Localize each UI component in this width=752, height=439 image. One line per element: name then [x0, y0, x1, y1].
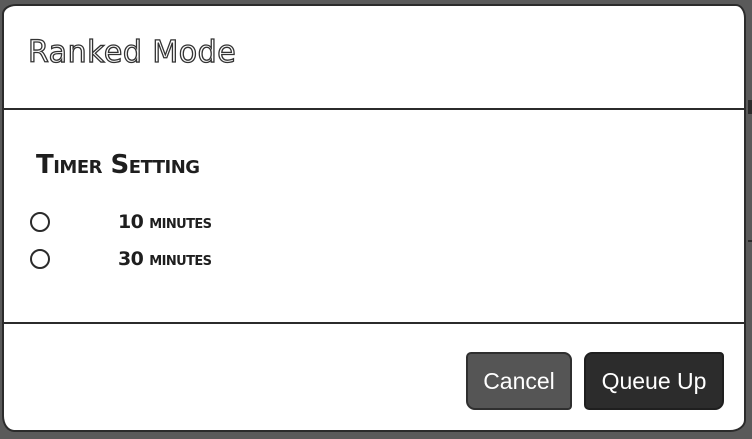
- timer-setting-heading: Timer Setting: [36, 150, 200, 180]
- radio-button[interactable]: [30, 249, 50, 269]
- ranked-mode-dialog: Ranked Mode Timer Setting 10 minutes 30 …: [2, 4, 746, 432]
- dialog-title: Ranked Mode: [27, 35, 237, 70]
- background-divider-bottom: [748, 240, 752, 242]
- cancel-button[interactable]: Cancel: [466, 352, 572, 410]
- timer-option-label: 30 minutes: [118, 248, 212, 270]
- dialog-footer: Cancel Queue Up: [4, 324, 744, 430]
- background-divider-top: [748, 100, 752, 114]
- dialog-header: Ranked Mode: [4, 6, 744, 110]
- timer-option-label: 10 minutes: [118, 211, 212, 233]
- radio-button[interactable]: [30, 212, 50, 232]
- queue-up-button[interactable]: Queue Up: [584, 352, 724, 410]
- timer-option-10-minutes[interactable]: 10 minutes: [28, 212, 328, 238]
- timer-option-30-minutes[interactable]: 30 minutes: [28, 249, 328, 275]
- dialog-body: Timer Setting 10 minutes 30 minutes: [4, 110, 744, 324]
